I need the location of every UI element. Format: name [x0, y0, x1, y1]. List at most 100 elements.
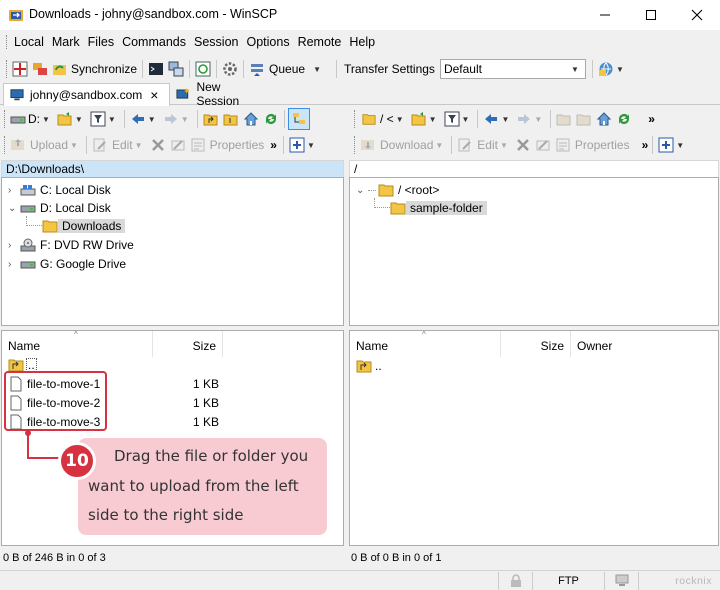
keep-remote-updated-icon	[195, 61, 211, 77]
tree-node-sample-folder[interactable]: sample-folder	[374, 198, 487, 217]
rename-button[interactable]	[168, 134, 188, 156]
properties-icon	[556, 138, 570, 152]
root-dir-button[interactable]	[221, 108, 241, 130]
rename-button[interactable]	[533, 134, 553, 156]
tree-label: / <root>	[398, 183, 440, 197]
tree-label: F: DVD RW Drive	[40, 238, 134, 252]
minimize-button[interactable]	[582, 0, 628, 30]
chevron-down-icon: ▼	[676, 140, 685, 150]
properties-button[interactable]: Properties	[553, 134, 632, 156]
open-directory-button[interactable]: ▼	[409, 108, 442, 130]
compare-dirs-button[interactable]	[10, 58, 30, 80]
synchronize-button[interactable]: Synchronize	[50, 58, 139, 80]
more-chevron-icon[interactable]: »	[648, 112, 655, 126]
refresh-button[interactable]	[193, 58, 213, 80]
filter-button[interactable]: ▼	[442, 108, 475, 130]
queue-icon	[251, 64, 264, 76]
column-header-owner[interactable]: Owner	[571, 331, 719, 357]
open-directory-button[interactable]: ▼	[55, 108, 88, 130]
tree-label: G: Google Drive	[40, 257, 127, 271]
console-icon	[149, 63, 164, 75]
chevron-down-icon: ▼	[571, 64, 579, 74]
column-header-size[interactable]: Size	[153, 331, 223, 357]
column-header-name[interactable]: Name ^	[2, 330, 153, 357]
tab-session-johny[interactable]: johny@sandbox.com ×	[3, 83, 170, 106]
queue-button[interactable]: Queue ▼	[247, 58, 326, 80]
upload-button[interactable]: Upload ▼	[8, 134, 83, 156]
left-action-toolbar: Upload ▼ Edit ▼ Properties » ▼	[0, 132, 346, 158]
menu-commands[interactable]: Commands	[118, 35, 190, 49]
forward-button[interactable]: ▼	[514, 108, 547, 130]
home-button[interactable]	[241, 108, 261, 130]
more-chevron-icon[interactable]: »	[642, 138, 649, 152]
transfer-options-button[interactable]: ▼	[596, 58, 629, 80]
edit-button[interactable]: Edit ▼	[455, 134, 513, 156]
menu-options[interactable]: Options	[242, 35, 293, 49]
maximize-button[interactable]	[628, 0, 674, 30]
remote-path-select[interactable]: / < ▼	[360, 108, 409, 130]
new-item-button[interactable]: ▼	[656, 134, 689, 156]
close-button[interactable]	[674, 0, 720, 30]
right-file-list[interactable]: Name ^ Size Owner ..	[349, 330, 719, 546]
local-drive-select[interactable]: D: ▼	[8, 108, 55, 130]
delete-button[interactable]	[513, 134, 533, 156]
properties-icon	[191, 138, 205, 152]
list-item-parent-dir[interactable]: ..	[356, 356, 696, 375]
menu-local[interactable]: Local	[10, 35, 48, 49]
parent-dir-button[interactable]	[554, 108, 574, 130]
menu-files[interactable]: Files	[84, 35, 118, 49]
console-button[interactable]	[146, 58, 166, 80]
close-tab-icon[interactable]: ×	[150, 87, 158, 103]
delete-x-icon	[517, 139, 529, 151]
putty-button[interactable]	[166, 58, 186, 80]
preferences-button[interactable]	[220, 58, 240, 80]
plus-icon	[289, 137, 305, 153]
expand-chevron-icon[interactable]: ›	[8, 259, 20, 270]
edit-button[interactable]: Edit ▼	[90, 134, 148, 156]
tree-toggle-button[interactable]	[287, 108, 310, 130]
tab-new-session[interactable]: New Session	[170, 80, 270, 108]
forward-button[interactable]: ▼	[161, 108, 194, 130]
refresh-button[interactable]	[614, 108, 634, 130]
more-chevron-icon[interactable]: »	[270, 138, 277, 152]
column-header-size[interactable]: Size	[501, 331, 571, 357]
sync-browsing-button[interactable]	[30, 58, 50, 80]
menu-mark[interactable]: Mark	[48, 35, 84, 49]
minimize-icon	[600, 14, 610, 16]
upload-label: Upload	[30, 138, 69, 152]
column-header-name[interactable]: Name ^	[350, 330, 501, 357]
filter-icon	[90, 111, 106, 127]
right-directory-tree[interactable]: ⌄ / <root> sample-folder	[349, 177, 719, 326]
tree-node-g-drive[interactable]: › G: Google Drive	[8, 255, 130, 273]
expand-chevron-icon[interactable]: ›	[8, 185, 20, 196]
menu-session[interactable]: Session	[190, 35, 242, 49]
new-item-button[interactable]: ▼	[287, 134, 320, 156]
home-icon	[243, 112, 258, 126]
menu-help[interactable]: Help	[345, 35, 379, 49]
menu-remote[interactable]: Remote	[294, 35, 346, 49]
download-button[interactable]: Download ▼	[358, 134, 448, 156]
back-button[interactable]: ▼	[128, 108, 161, 130]
tree-node-f-drive[interactable]: › F: DVD RW Drive	[8, 236, 138, 254]
expand-chevron-icon[interactable]: ›	[8, 240, 20, 251]
home-button[interactable]	[594, 108, 614, 130]
filter-button[interactable]: ▼	[88, 108, 121, 130]
local-disk-icon	[20, 185, 36, 196]
window-title: Downloads - johny@sandbox.com - WinSCP	[29, 7, 278, 21]
back-button[interactable]: ▼	[481, 108, 514, 130]
tree-node-downloads[interactable]: Downloads	[26, 216, 126, 235]
root-dir-button[interactable]	[574, 108, 594, 130]
tree-node-d-drive[interactable]: ⌄ D: Local Disk	[8, 199, 115, 217]
left-directory-tree[interactable]: › C: Local Disk ⌄ D: Local Disk Download…	[1, 177, 344, 326]
properties-label: Properties	[209, 138, 265, 152]
collapse-chevron-icon[interactable]: ⌄	[356, 185, 368, 196]
delete-button[interactable]	[148, 134, 168, 156]
tree-node-root[interactable]: ⌄ / <root>	[356, 181, 443, 199]
properties-button[interactable]: Properties	[188, 134, 267, 156]
refresh-button[interactable]	[261, 108, 281, 130]
chevron-down-icon: ▼	[74, 114, 83, 124]
transfer-settings-select[interactable]: Default ▼	[439, 59, 586, 79]
tree-node-c-drive[interactable]: › C: Local Disk	[8, 181, 115, 199]
parent-dir-button[interactable]	[201, 108, 221, 130]
collapse-chevron-icon[interactable]: ⌄	[8, 203, 20, 214]
